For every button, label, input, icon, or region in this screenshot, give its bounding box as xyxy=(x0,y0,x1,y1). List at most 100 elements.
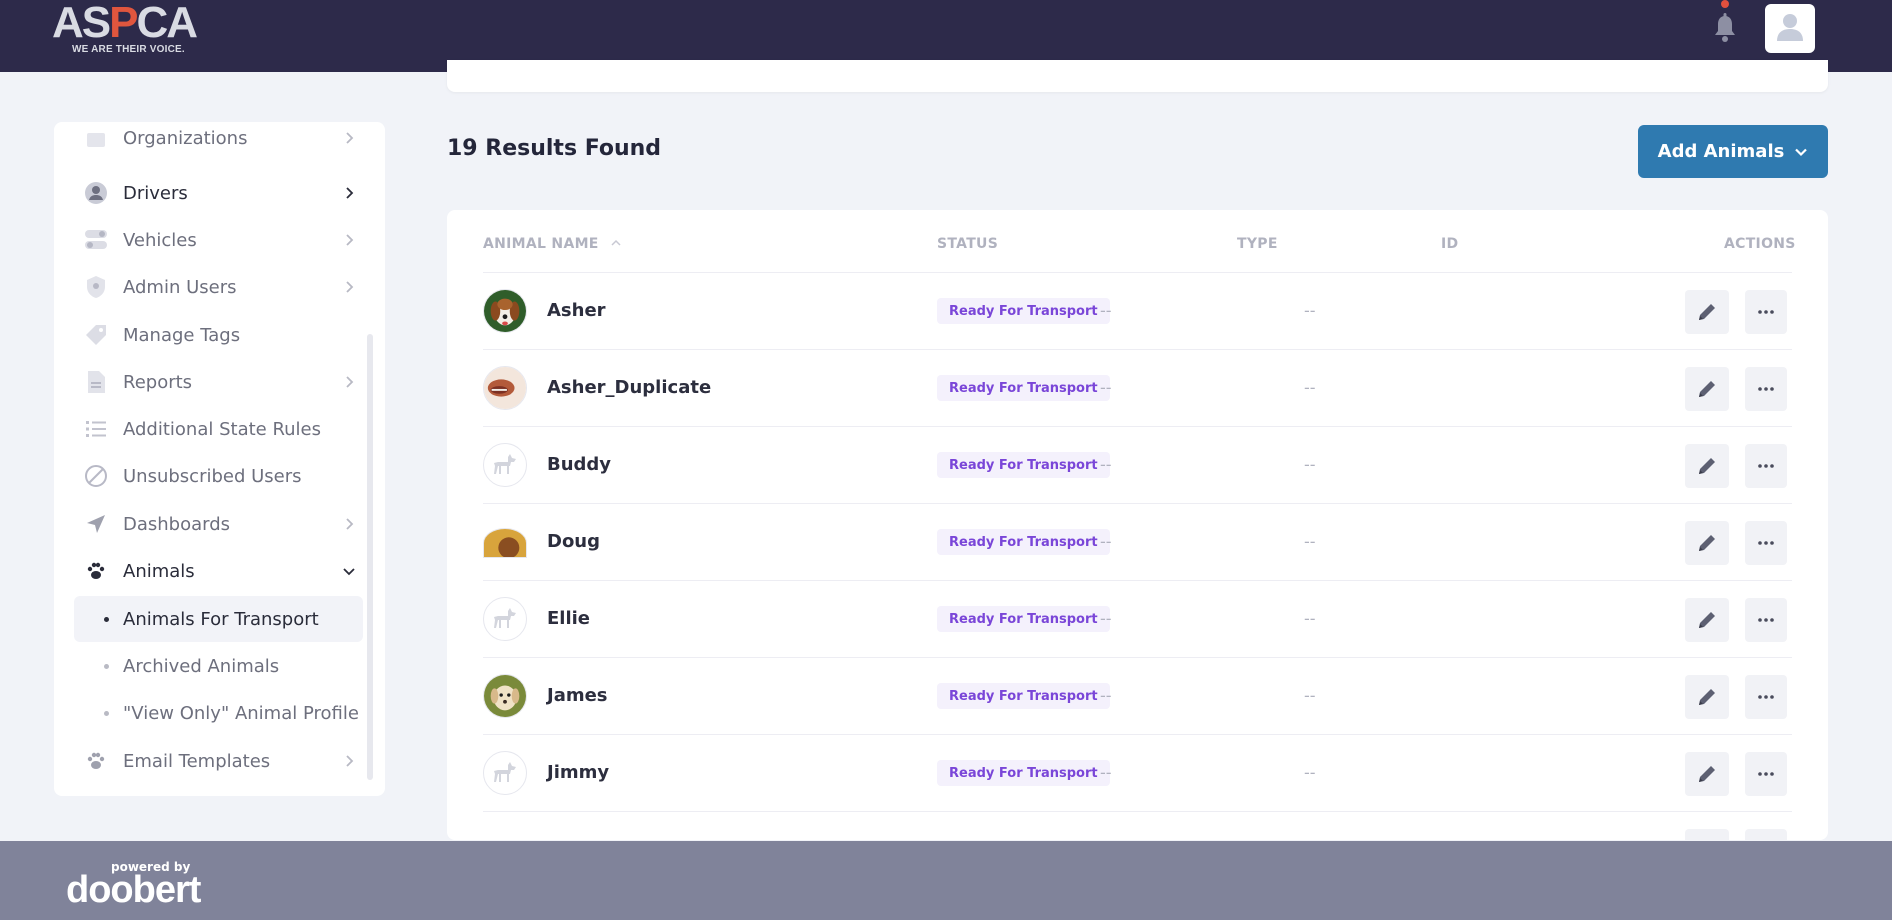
sidebar-item-vehicles[interactable]: Vehicles xyxy=(54,218,385,262)
table-row[interactable]: Jimmy Ready For Transport -- -- xyxy=(483,734,1792,811)
placeholder-dog-icon xyxy=(483,443,527,487)
building-icon xyxy=(84,126,108,150)
ellipsis-icon xyxy=(1758,310,1774,314)
sidebar-item-label: Dashboards xyxy=(123,513,231,535)
more-actions-button[interactable] xyxy=(1745,829,1787,840)
id-value: -- xyxy=(1304,301,1316,320)
pencil-icon xyxy=(1699,689,1715,705)
more-actions-button[interactable] xyxy=(1745,290,1787,334)
more-actions-button[interactable] xyxy=(1745,444,1787,488)
paw-icon xyxy=(84,559,108,583)
ellipsis-icon xyxy=(1758,618,1774,622)
sidebar-item-dashboards[interactable]: Dashboards xyxy=(54,502,385,546)
sidebar-item-label: Additional State Rules xyxy=(123,418,322,440)
edit-button[interactable] xyxy=(1685,829,1729,840)
chevron-right-icon xyxy=(346,518,354,530)
animal-name[interactable]: Ellie xyxy=(547,608,590,629)
animal-name[interactable]: Asher xyxy=(547,300,606,321)
edit-button[interactable] xyxy=(1685,752,1729,796)
animal-photo xyxy=(483,528,527,558)
edit-button[interactable] xyxy=(1685,598,1729,642)
more-actions-button[interactable] xyxy=(1745,598,1787,642)
aspca-logo[interactable]: ASPCA WE ARE THEIR VOICE. xyxy=(52,0,202,62)
sidebar-item-manage-tags[interactable]: Manage Tags xyxy=(54,313,385,357)
column-header-actions: ACTIONS xyxy=(1724,236,1796,252)
sidebar-scrollbar[interactable] xyxy=(367,334,373,780)
animal-name[interactable]: Doug xyxy=(547,531,600,552)
pencil-icon xyxy=(1699,766,1715,782)
add-animals-button[interactable]: Add Animals xyxy=(1638,125,1828,178)
column-header-id: ID xyxy=(1441,236,1459,252)
sidebar-item-label: Manage Tags xyxy=(123,324,241,346)
more-actions-button[interactable] xyxy=(1745,367,1787,411)
sidebar-item-label: Organizations xyxy=(123,127,248,149)
tag-icon xyxy=(84,323,108,347)
sidebar-item-additional-state-rules[interactable]: Additional State Rules xyxy=(54,407,385,451)
more-actions-button[interactable] xyxy=(1745,521,1787,565)
ellipsis-icon xyxy=(1758,464,1774,468)
sidebar-item-label: Admin Users xyxy=(123,276,237,298)
table-row[interactable]: Asher Ready For Transport -- -- xyxy=(483,272,1792,349)
more-actions-button[interactable] xyxy=(1745,752,1787,796)
chevron-right-icon xyxy=(346,187,354,199)
table-row[interactable]: James Ready For Transport -- -- xyxy=(483,657,1792,734)
bell-icon[interactable] xyxy=(1712,10,1738,44)
sidebar-item-unsubscribed-users[interactable]: Unsubscribed Users xyxy=(54,454,385,498)
sidebar-item-reports[interactable]: Reports xyxy=(54,360,385,404)
pencil-icon xyxy=(1699,612,1715,628)
notification-dot xyxy=(1721,0,1729,8)
id-value: -- xyxy=(1304,763,1316,782)
edit-button[interactable] xyxy=(1685,675,1729,719)
document-icon xyxy=(84,370,108,394)
table-row[interactable]: Asher_Duplicate Ready For Transport -- -… xyxy=(483,349,1792,426)
id-value: -- xyxy=(1304,455,1316,474)
table-row[interactable] xyxy=(483,811,1792,840)
sidebar: Organizations Drivers Vehicles Admin Use… xyxy=(54,122,385,796)
chevron-right-icon xyxy=(346,132,354,144)
list-icon xyxy=(84,417,108,441)
chevron-down-icon xyxy=(343,568,355,576)
sidebar-item-email-templates[interactable]: Email Templates xyxy=(54,739,385,783)
chevron-right-icon xyxy=(346,376,354,388)
animal-name[interactable]: Asher_Duplicate xyxy=(547,377,711,398)
edit-button[interactable] xyxy=(1685,367,1729,411)
status-badge: Ready For Transport xyxy=(937,606,1110,632)
type-value: -- xyxy=(1100,609,1112,628)
edit-button[interactable] xyxy=(1685,521,1729,565)
table-row[interactable]: Doug Ready For Transport -- -- xyxy=(483,503,1792,580)
filter-card-remnant xyxy=(447,60,1828,92)
user-avatar-icon xyxy=(1775,11,1805,47)
bullet-dot xyxy=(104,616,109,622)
type-value: -- xyxy=(1100,532,1112,551)
sidebar-item-animals[interactable]: Animals xyxy=(54,549,385,593)
type-value: -- xyxy=(1100,378,1112,397)
column-header-animal-name[interactable]: ANIMAL NAME xyxy=(483,236,622,252)
animal-photo xyxy=(483,366,527,410)
driver-avatar-icon xyxy=(84,181,108,205)
sidebar-subitem-archived-animals[interactable]: Archived Animals xyxy=(74,643,363,689)
sidebar-subitem-label: "View Only" Animal Profile xyxy=(123,702,359,724)
user-avatar-button[interactable] xyxy=(1765,4,1815,53)
status-badge: Ready For Transport xyxy=(937,375,1110,401)
type-value: -- xyxy=(1100,455,1112,474)
sidebar-item-label: Animals xyxy=(123,560,195,582)
sidebar-subitem-view-only-animal-profile[interactable]: "View Only" Animal Profile xyxy=(74,690,363,736)
logo-wordmark: ASPCA xyxy=(52,0,198,47)
sidebar-item-organizations[interactable]: Organizations xyxy=(54,122,385,160)
toggle-icon xyxy=(84,228,108,252)
edit-button[interactable] xyxy=(1685,444,1729,488)
animal-name[interactable]: Buddy xyxy=(547,454,611,475)
more-actions-button[interactable] xyxy=(1745,675,1787,719)
table-row[interactable]: Ellie Ready For Transport -- -- xyxy=(483,580,1792,657)
sidebar-item-admin-users[interactable]: Admin Users xyxy=(54,265,385,309)
animal-name[interactable]: Jimmy xyxy=(547,762,609,783)
sidebar-item-drivers[interactable]: Drivers xyxy=(54,171,385,215)
type-value: -- xyxy=(1100,763,1112,782)
doobert-logo[interactable]: doobert xyxy=(66,869,201,912)
table-row[interactable]: Buddy Ready For Transport -- -- xyxy=(483,426,1792,503)
sidebar-subitem-animals-for-transport[interactable]: Animals For Transport xyxy=(74,596,363,642)
column-header-type: TYPE xyxy=(1237,236,1278,252)
edit-button[interactable] xyxy=(1685,290,1729,334)
pencil-icon xyxy=(1699,381,1715,397)
animal-name[interactable]: James xyxy=(547,685,608,706)
